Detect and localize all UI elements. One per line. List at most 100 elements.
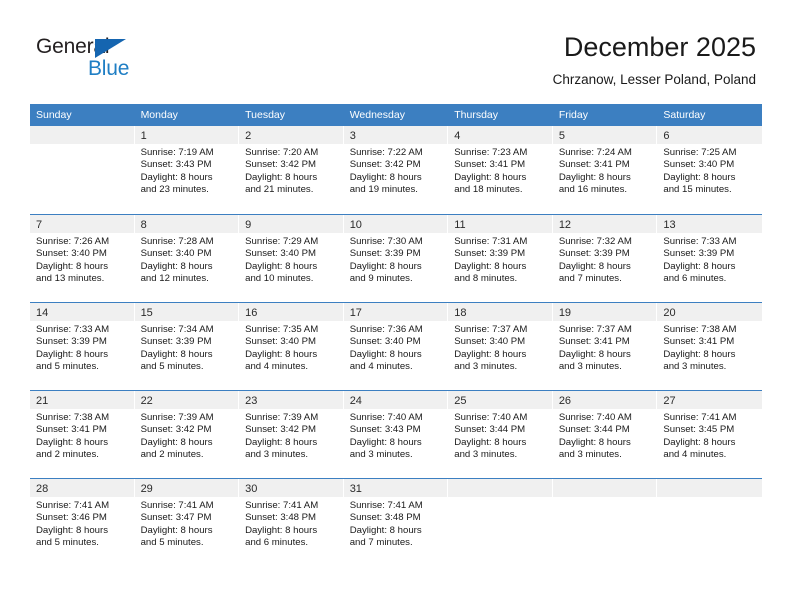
- calendar-day-cell[interactable]: 20 Sunrise: 7:38 AM Sunset: 3:41 PM Dayligh…: [657, 303, 762, 390]
- calendar-day-cell-empty: [30, 126, 135, 214]
- general-blue-logo[interactable]: General Blue: [36, 36, 216, 86]
- day-number: 28: [36, 483, 49, 495]
- sunrise-text: Sunrise: 7:23 AM: [454, 147, 528, 158]
- calendar-day-cell[interactable]: 8 Sunrise: 7:28 AM Sunset: 3:40 PM Daylight…: [134, 215, 240, 302]
- sunrise-text: Sunrise: 7:33 AM: [36, 324, 110, 335]
- daylight-text: Daylight: 8 hours: [663, 436, 736, 448]
- day-detail-block: Sunrise: 7:33 AM Sunset: 3:39 PM Daylight:…: [30, 321, 134, 374]
- daylight-text: and 2 minutes.: [140, 449, 204, 461]
- daylight-text: and 3 minutes.: [454, 361, 518, 373]
- sunset-text: Sunset: 3:41 PM: [454, 159, 526, 171]
- sunrise-text: Sunrise: 7:37 AM: [454, 324, 528, 335]
- calendar-grid: Sunday Monday Tuesday Wednesday Thursday Frid…: [30, 104, 762, 566]
- sunset-text: Sunset: 3:39 PM: [663, 248, 735, 260]
- calendar-day-cell[interactable]: 7 Sunrise: 7:26 AM Sunset: 3:40 PM Daylight…: [30, 215, 135, 302]
- calendar-day-cell[interactable]: 3 Sunrise: 7:22 AM Sunset: 3:42 PM Daylight…: [343, 126, 449, 214]
- sunset-text: Sunset: 3:41 PM: [36, 424, 107, 436]
- sunrise-text: Sunrise: 7:40 AM: [558, 412, 632, 423]
- calendar-day-cell[interactable]: 26 Sunrise: 7:40 AM Sunset: 3:44 PM Dayligh…: [552, 391, 658, 478]
- calendar-day-cell[interactable]: 27 Sunrise: 7:41 AM Sunset: 3:45 PM Dayligh…: [657, 391, 762, 478]
- day-number: 17: [349, 307, 362, 319]
- calendar-day-cell[interactable]: 10 Sunrise: 7:30 AM Sunset: 3:39 PM Dayligh…: [343, 215, 449, 302]
- daylight-text: Daylight: 8 hours: [245, 260, 318, 272]
- day-detail-block: Sunrise: 7:24 AM Sunset: 3:41 PM Daylight:…: [553, 144, 657, 197]
- day-detail-block: Sunrise: 7:32 AM Sunset: 3:39 PM Daylight:…: [553, 233, 657, 286]
- daylight-text: and 7 minutes.: [558, 273, 622, 285]
- sunset-text: Sunset: 3:39 PM: [140, 336, 212, 348]
- daylight-text: and 9 minutes.: [349, 273, 413, 285]
- daylight-text: Daylight: 8 hours: [558, 260, 631, 272]
- calendar-day-cell[interactable]: 21 Sunrise: 7:38 AM Sunset: 3:41 PM Dayligh…: [30, 391, 135, 478]
- day-number-band: 27: [657, 391, 762, 409]
- daylight-text: and 3 minutes.: [349, 449, 413, 461]
- day-number: 15: [140, 307, 153, 319]
- day-number-band: 24: [343, 391, 448, 409]
- day-number-band: [552, 479, 657, 497]
- calendar-day-cell[interactable]: 23 Sunrise: 7:39 AM Sunset: 3:42 PM Dayligh…: [239, 391, 344, 478]
- calendar-day-cell[interactable]: 2 Sunrise: 7:20 AM Sunset: 3:42 PM Daylight…: [239, 126, 344, 214]
- calendar-day-cell[interactable]: 14 Sunrise: 7:33 AM Sunset: 3:39 PM Dayligh…: [30, 303, 135, 390]
- calendar-day-cell[interactable]: 17 Sunrise: 7:36 AM Sunset: 3:40 PM Dayligh…: [343, 303, 449, 390]
- sunrise-text: Sunrise: 7:40 AM: [349, 412, 423, 423]
- calendar-day-cell[interactable]: 1 Sunrise: 7:19 AM Sunset: 3:43 PM Daylight…: [134, 126, 240, 214]
- sunset-text: Sunset: 3:44 PM: [558, 424, 630, 436]
- daylight-text: and 6 minutes.: [245, 537, 309, 549]
- daylight-text: and 15 minutes.: [663, 184, 732, 196]
- day-number: 31: [349, 483, 362, 495]
- calendar-day-cell[interactable]: 30 Sunrise: 7:41 AM Sunset: 3:48 PM Dayligh…: [239, 479, 344, 566]
- sunset-text: Sunset: 3:48 PM: [245, 512, 317, 524]
- sunrise-text: Sunrise: 7:34 AM: [140, 324, 214, 335]
- day-number-band: 21: [30, 391, 134, 409]
- sunset-text: Sunset: 3:39 PM: [36, 336, 107, 348]
- daylight-text: Daylight: 8 hours: [349, 436, 422, 448]
- calendar-day-cell[interactable]: 4 Sunrise: 7:23 AM Sunset: 3:41 PM Daylight…: [448, 126, 553, 214]
- calendar-day-cell[interactable]: 31 Sunrise: 7:41 AM Sunset: 3:48 PM Dayligh…: [343, 479, 449, 566]
- day-number: 21: [36, 395, 49, 407]
- daylight-text: and 10 minutes.: [245, 273, 314, 285]
- day-detail-block: Sunrise: 7:33 AM Sunset: 3:39 PM Daylight:…: [657, 233, 762, 286]
- calendar-day-cell[interactable]: 11 Sunrise: 7:31 AM Sunset: 3:39 PM Dayligh…: [448, 215, 553, 302]
- day-number: 8: [140, 219, 147, 231]
- calendar-day-cell[interactable]: 9 Sunrise: 7:29 AM Sunset: 3:40 PM Daylight…: [239, 215, 344, 302]
- calendar-week-row: 7 Sunrise: 7:26 AM Sunset: 3:40 PM Daylight…: [30, 214, 762, 302]
- daylight-text: Daylight: 8 hours: [36, 348, 108, 360]
- calendar-day-cell-empty: [552, 479, 658, 566]
- calendar-day-cell[interactable]: 25 Sunrise: 7:40 AM Sunset: 3:44 PM Dayligh…: [448, 391, 553, 478]
- sunset-text: Sunset: 3:40 PM: [140, 248, 212, 260]
- day-number-band: [657, 479, 762, 497]
- daylight-text: and 5 minutes.: [36, 537, 99, 549]
- calendar-day-cell[interactable]: 24 Sunrise: 7:40 AM Sunset: 3:43 PM Dayligh…: [343, 391, 449, 478]
- sunset-text: Sunset: 3:40 PM: [349, 336, 421, 348]
- daylight-text: and 2 minutes.: [36, 449, 99, 461]
- daylight-text: Daylight: 8 hours: [558, 171, 631, 183]
- calendar-day-cell[interactable]: 22 Sunrise: 7:39 AM Sunset: 3:42 PM Dayligh…: [134, 391, 240, 478]
- weekday-header-row: Sunday Monday Tuesday Wednesday Thursday Frid…: [30, 104, 762, 126]
- calendar-day-cell[interactable]: 5 Sunrise: 7:24 AM Sunset: 3:41 PM Daylight…: [552, 126, 658, 214]
- sunset-text: Sunset: 3:42 PM: [140, 424, 212, 436]
- calendar-weeks: 1 Sunrise: 7:19 AM Sunset: 3:43 PM Daylight…: [30, 126, 762, 566]
- daylight-text: Daylight: 8 hours: [454, 436, 527, 448]
- calendar-day-cell[interactable]: 13 Sunrise: 7:33 AM Sunset: 3:39 PM Dayligh…: [657, 215, 762, 302]
- calendar-day-cell[interactable]: 12 Sunrise: 7:32 AM Sunset: 3:39 PM Dayligh…: [552, 215, 658, 302]
- daylight-text: and 16 minutes.: [558, 184, 628, 196]
- calendar-day-cell[interactable]: 16 Sunrise: 7:35 AM Sunset: 3:40 PM Dayligh…: [239, 303, 344, 390]
- calendar-day-cell[interactable]: 19 Sunrise: 7:37 AM Sunset: 3:41 PM Dayligh…: [552, 303, 658, 390]
- sunset-text: Sunset: 3:46 PM: [36, 512, 107, 524]
- day-number: 1: [140, 130, 147, 142]
- calendar-day-cell[interactable]: 28 Sunrise: 7:41 AM Sunset: 3:46 PM Dayligh…: [30, 479, 135, 566]
- sunset-text: Sunset: 3:41 PM: [558, 336, 630, 348]
- daylight-text: and 5 minutes.: [140, 361, 204, 373]
- day-number-band: 2: [239, 126, 343, 144]
- calendar-day-cell[interactable]: 29 Sunrise: 7:41 AM Sunset: 3:47 PM Dayligh…: [134, 479, 240, 566]
- location-subtitle: Chrzanow, Lesser Poland, Poland: [552, 72, 756, 87]
- calendar-day-cell[interactable]: 18 Sunrise: 7:37 AM Sunset: 3:40 PM Dayligh…: [448, 303, 553, 390]
- daylight-text: and 19 minutes.: [349, 184, 418, 196]
- calendar-day-cell[interactable]: 15 Sunrise: 7:34 AM Sunset: 3:39 PM Dayligh…: [134, 303, 240, 390]
- sunset-text: Sunset: 3:43 PM: [140, 159, 212, 171]
- calendar-day-cell[interactable]: 6 Sunrise: 7:25 AM Sunset: 3:40 PM Daylight…: [657, 126, 762, 214]
- day-number: 29: [140, 483, 153, 495]
- sunrise-text: Sunrise: 7:26 AM: [36, 236, 110, 247]
- daylight-text: Daylight: 8 hours: [454, 260, 527, 272]
- day-number: 26: [558, 395, 572, 407]
- sunrise-text: Sunrise: 7:38 AM: [663, 324, 737, 335]
